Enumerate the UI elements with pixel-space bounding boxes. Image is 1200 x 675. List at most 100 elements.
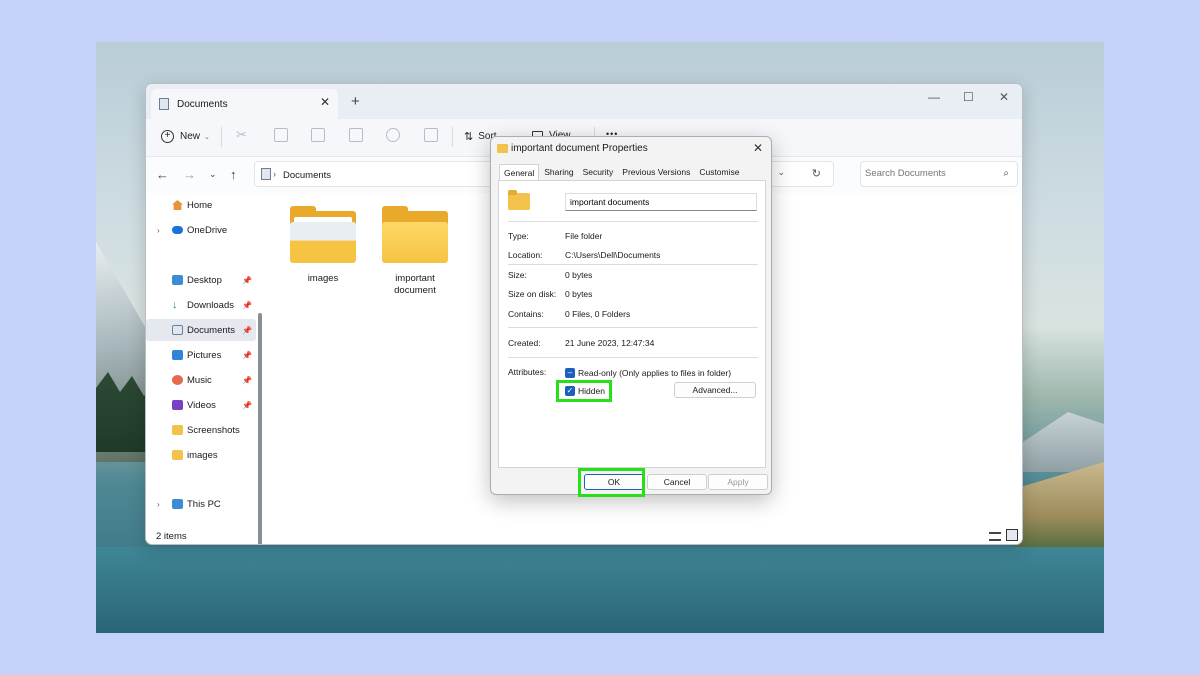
divider <box>508 357 758 358</box>
tiles-view-icon[interactable] <box>1006 529 1018 541</box>
sidebar-item-label: images <box>187 449 218 461</box>
music-icon <box>172 375 183 385</box>
sidebar-item-label: Screenshots <box>187 424 240 436</box>
tab-customise[interactable]: Customise <box>695 164 743 180</box>
sidebar-item-onedrive[interactable]: › OneDrive <box>146 219 256 241</box>
folder-name-field[interactable] <box>565 193 757 211</box>
forward-arrow-icon[interactable]: → <box>183 167 196 182</box>
sidebar-item-videos[interactable]: Videos 📌 <box>146 394 256 416</box>
divider <box>508 264 758 265</box>
pin-icon: 📌 <box>242 375 252 385</box>
folder-icon <box>508 190 530 210</box>
rename-icon[interactable] <box>349 128 363 142</box>
folder-label: images <box>307 273 339 284</box>
contains-label: Contains: <box>508 309 544 319</box>
type-value: File folder <box>565 231 603 241</box>
readonly-checkbox[interactable]: – <box>565 368 575 378</box>
folder-icon <box>172 450 183 460</box>
navigation-pane: Home › OneDrive Desktop 📌 ↓ Downloads 📌 … <box>146 193 264 544</box>
search-input[interactable] <box>865 168 995 179</box>
divider <box>508 221 758 222</box>
share-icon[interactable] <box>386 128 400 142</box>
sidebar-item-downloads[interactable]: ↓ Downloads 📌 <box>146 294 256 316</box>
tab-previous-versions[interactable]: Previous Versions <box>618 164 694 180</box>
folder-item-important-document[interactable]: important document <box>375 206 455 297</box>
chevron-down-icon[interactable]: ⌄ <box>777 167 785 178</box>
sidebar-item-pictures[interactable]: Pictures 📌 <box>146 344 256 366</box>
documents-icon <box>159 98 169 110</box>
tab-security[interactable]: Security <box>579 164 618 180</box>
new-button[interactable]: + New ⌄ <box>161 130 210 143</box>
hidden-highlight-box <box>556 380 612 402</box>
tab-sharing[interactable]: Sharing <box>540 164 577 180</box>
sidebar-scrollbar[interactable] <box>258 313 262 544</box>
search-icon[interactable]: ⌕ <box>1003 168 1009 179</box>
size-on-disk-value: 0 bytes <box>565 289 593 299</box>
breadcrumb[interactable]: Documents <box>283 170 331 181</box>
cut-icon[interactable]: ✂ <box>236 127 250 142</box>
sidebar-item-label: This PC <box>187 498 221 510</box>
pin-icon: 📌 <box>242 400 252 410</box>
cancel-button[interactable]: Cancel <box>647 474 707 490</box>
copy-icon[interactable] <box>274 128 288 142</box>
minimize-button[interactable]: — <box>928 90 940 104</box>
tab-general[interactable]: General <box>499 164 540 180</box>
folder-icon <box>290 206 356 263</box>
sidebar-item-home[interactable]: Home <box>146 194 256 216</box>
back-arrow-icon[interactable]: ← <box>156 167 169 182</box>
tab-title: Documents <box>177 98 228 110</box>
sidebar-item-images[interactable]: images <box>146 444 256 466</box>
wallpaper-mountain-right <box>1014 412 1104 472</box>
videos-icon <box>172 400 183 410</box>
location-value: C:\Users\Dell\Documents <box>565 250 661 260</box>
size-on-disk-label: Size on disk: <box>508 289 557 299</box>
close-window-button[interactable]: ✕ <box>999 90 1009 104</box>
apply-button[interactable]: Apply <box>708 474 768 490</box>
created-value: 21 June 2023, 12:47:34 <box>565 338 655 348</box>
sidebar-item-this-pc[interactable]: › This PC <box>146 493 256 515</box>
maximize-button[interactable]: ☐ <box>963 90 974 104</box>
toolbar-divider <box>221 127 222 147</box>
new-label: New <box>180 131 201 142</box>
status-item-count: 2 items <box>156 531 187 542</box>
created-label: Created: <box>508 338 541 348</box>
plus-circle-icon: + <box>161 130 174 143</box>
home-icon <box>172 200 183 210</box>
sidebar-item-screenshots[interactable]: Screenshots <box>146 419 256 441</box>
size-label: Size: <box>508 270 527 280</box>
ok-highlight-box <box>578 468 645 497</box>
sidebar-item-label: Documents <box>187 324 236 336</box>
up-arrow-icon[interactable]: ↑ <box>230 167 237 182</box>
documents-icon <box>261 168 271 180</box>
sidebar-item-label: Videos <box>187 399 216 411</box>
folder-item-images[interactable]: images <box>283 206 363 285</box>
new-tab-button[interactable]: + <box>351 93 360 110</box>
folder-icon <box>172 425 183 435</box>
recent-chevron-icon[interactable]: ⌄ <box>209 169 217 180</box>
sidebar-item-music[interactable]: Music 📌 <box>146 369 256 391</box>
download-icon: ↓ <box>172 299 178 311</box>
pin-icon: 📌 <box>242 325 252 335</box>
advanced-button[interactable]: Advanced... <box>674 382 756 398</box>
delete-icon[interactable] <box>424 128 438 142</box>
cloud-icon <box>172 226 183 234</box>
close-icon[interactable]: ✕ <box>753 141 763 155</box>
toolbar-divider <box>452 127 453 147</box>
type-label: Type: <box>508 231 529 241</box>
chevron-right-icon[interactable]: › <box>157 226 160 235</box>
pin-icon: 📌 <box>242 300 252 310</box>
location-label: Location: <box>508 250 543 260</box>
sidebar-item-documents[interactable]: Documents 📌 <box>146 319 256 341</box>
details-view-icon[interactable] <box>989 532 1001 541</box>
close-tab-icon[interactable]: ✕ <box>320 95 330 109</box>
chevron-right-icon[interactable]: › <box>157 500 160 509</box>
tab-documents[interactable]: Documents ✕ <box>151 89 338 119</box>
contains-value: 0 Files, 0 Folders <box>565 309 631 319</box>
paste-icon[interactable] <box>311 128 325 142</box>
pictures-icon <box>172 350 183 360</box>
pc-icon <box>172 499 183 509</box>
sidebar-item-desktop[interactable]: Desktop 📌 <box>146 269 256 291</box>
refresh-icon[interactable]: ↻ <box>812 167 821 180</box>
sidebar-item-label: Home <box>187 199 213 211</box>
search-box[interactable]: ⌕ <box>860 161 1018 187</box>
